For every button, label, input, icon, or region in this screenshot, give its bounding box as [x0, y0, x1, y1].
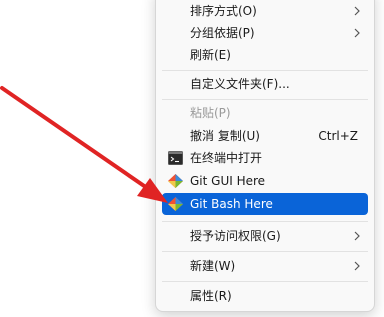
screenshot-stage: 排序方式(O) 分组依据(P) 刷新(E) 自定义文件夹(F)... 粘贴(P)… — [0, 0, 384, 317]
annotation-arrow-icon — [0, 86, 168, 203]
